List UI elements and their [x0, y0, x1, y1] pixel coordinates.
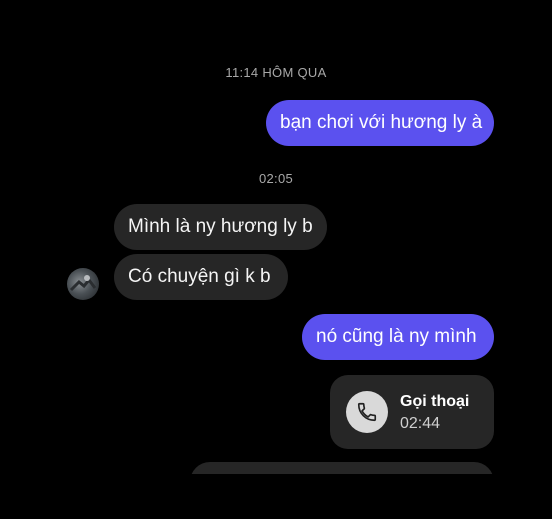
avatar-photo-icon [69, 275, 97, 292]
call-icon-circle [346, 391, 388, 433]
timestamp-divider: 02:05 [258, 171, 294, 186]
bottom-cutoff [0, 474, 552, 519]
timestamp-divider: 11:14 HÔM QUA [225, 65, 327, 80]
incoming-message[interactable]: Mình là ny hương ly b [114, 204, 327, 250]
phone-icon [357, 402, 377, 422]
outgoing-message[interactable]: nó cũng là ny mình [302, 314, 494, 360]
contact-avatar[interactable] [67, 268, 99, 300]
outgoing-message[interactable]: bạn chơi với hương ly à [266, 100, 494, 146]
call-title: Gọi thoại [400, 393, 470, 410]
call-duration: 02:44 [400, 415, 441, 432]
incoming-message[interactable]: Có chuyện gì k b [114, 254, 288, 300]
voice-call-card[interactable]: Gọi thoại 02:44 [330, 375, 494, 449]
